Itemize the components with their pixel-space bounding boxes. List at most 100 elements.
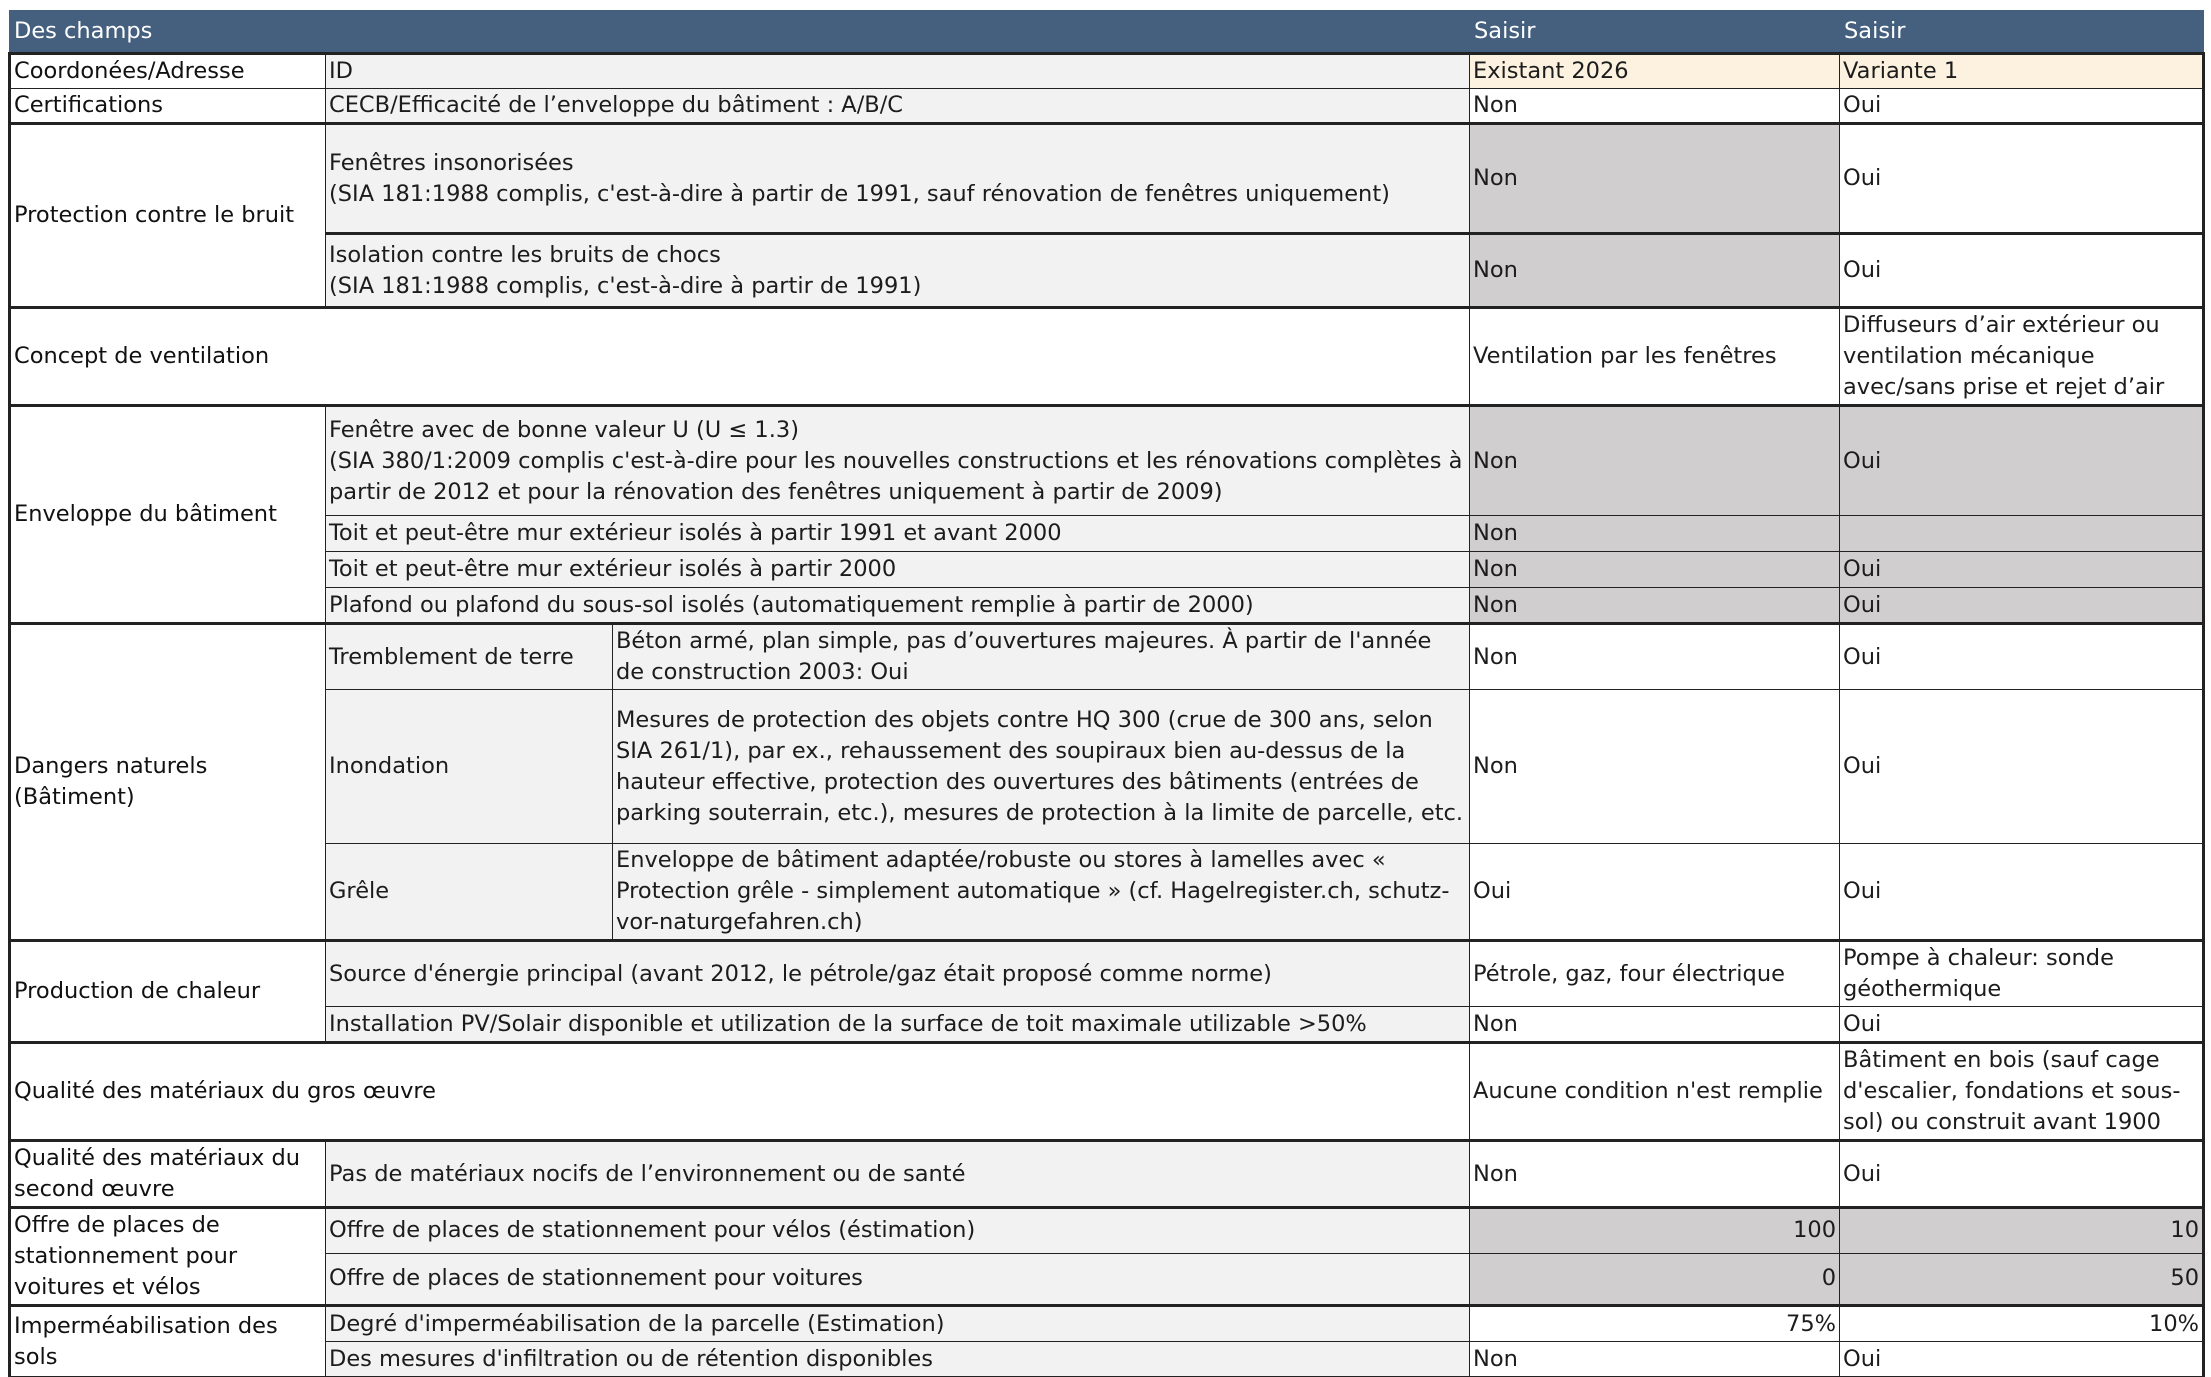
cell-envelope-label[interactable]: Enveloppe du bâtiment xyxy=(8,404,326,624)
cell-noise-impact-variant[interactable]: Oui xyxy=(1839,232,2206,308)
cell-envelope-window-u-variant[interactable]: Oui xyxy=(1839,404,2206,516)
cell-envelope-roof-2000-existing[interactable]: Non xyxy=(1469,551,1841,588)
cell-material-finish-label[interactable]: Qualité des matériaux du second œuvre xyxy=(8,1139,326,1208)
envelope-window-u-text: Fenêtre avec de bonne valeur U (U ≤ 1.3)… xyxy=(329,416,1463,505)
cell-parking-label[interactable]: Offre de places de stationnement pour vo… xyxy=(8,1206,326,1306)
cell-material-finish-variant[interactable]: Oui xyxy=(1839,1139,2206,1208)
cell-cert-sub[interactable]: CECB/Efficacité de l’enveloppe du bâtime… xyxy=(324,88,1471,124)
table-row: Coordonées/Adresse ID Existant 2026 Vari… xyxy=(8,53,2206,89)
cell-envelope-window-u[interactable]: Fenêtre avec de bonne valeur U (U ≤ 1.3)… xyxy=(324,404,1471,516)
table-row: Qualité des matériaux du second œuvre Pa… xyxy=(8,1139,2206,1208)
table-row: Production de chaleur Source d'énergie p… xyxy=(8,939,2206,1043)
cell-noise-windows[interactable]: Fenêtres insonorisées (SIA 181:1988 comp… xyxy=(324,122,1471,234)
natural-hazards-text: Dangers naturels (Bâtiment) xyxy=(14,753,208,810)
cell-noise-windows-variant[interactable]: Oui xyxy=(1839,122,2206,234)
cell-earthquake-variant[interactable]: Oui xyxy=(1839,622,2206,690)
cell-material-finish-sub[interactable]: Pas de matériaux nocifs de l’environneme… xyxy=(324,1139,1471,1208)
cell-hail-variant[interactable]: Oui xyxy=(1839,843,2206,941)
table-row: Offre de places de stationnement pour vo… xyxy=(8,1206,2206,1306)
cell-envelope-roof-1991[interactable]: Toit et peut-être mur extérieur isolés à… xyxy=(324,515,1471,552)
table-row: Toit et peut-être mur extérieur isolés à… xyxy=(10,551,2206,588)
table-row: Grêle Enveloppe de bâtiment adaptée/robu… xyxy=(10,843,2206,941)
cell-flood-desc[interactable]: Mesures de protection des objets contre … xyxy=(611,689,1471,844)
header-enter-existing[interactable]: Saisir xyxy=(1469,10,1841,55)
cell-heat-source-existing[interactable]: Pétrole, gaz, four électrique xyxy=(1469,939,1841,1007)
table-row: Qualité des matériaux du gros œuvre Aucu… xyxy=(7,1041,2206,1141)
noise-impact-text: Isolation contre les bruits de chocs (SI… xyxy=(329,241,922,299)
cell-hail-existing[interactable]: Oui xyxy=(1469,843,1841,941)
table-row: Isolation contre les bruits de chocs (SI… xyxy=(10,232,2206,308)
table-row: Protection contre le bruit Fenêtres inso… xyxy=(8,122,2206,308)
table-row: Toit et peut-être mur extérieur isolés à… xyxy=(10,515,2206,552)
cell-soil-infiltration-variant[interactable]: Oui xyxy=(1839,1341,2206,1377)
cell-cert-variant[interactable]: Oui xyxy=(1839,88,2206,124)
cell-hail-desc[interactable]: Enveloppe de bâtiment adaptée/robuste ou… xyxy=(611,843,1471,941)
cell-heat-pv[interactable]: Installation PV/Solair disponible et uti… xyxy=(324,1006,1471,1043)
table-row: Certifications CECB/Efficacité de l’enve… xyxy=(8,88,2206,124)
cell-ventilation-variant[interactable]: Diffuseurs d’air extérieur ou ventilatio… xyxy=(1839,306,2206,406)
cell-earthquake-desc[interactable]: Béton armé, plan simple, pas d’ouverture… xyxy=(611,622,1471,690)
cell-parking-bikes-existing[interactable]: 100 xyxy=(1469,1206,1841,1254)
cell-noise-windows-existing[interactable]: Non xyxy=(1469,122,1841,234)
table-row: Concept de ventilation Ventilation par l… xyxy=(7,306,2206,406)
cell-material-structure-label[interactable]: Qualité des matériaux du gros œuvre xyxy=(7,1041,1471,1141)
table-row: Dangers naturels (Bâtiment) Tremblement … xyxy=(8,622,2206,941)
cell-ventilation-label[interactable]: Concept de ventilation xyxy=(7,306,1471,406)
noise-windows-text: Fenêtres insonorisées (SIA 181:1988 comp… xyxy=(329,149,1390,207)
cell-hail[interactable]: Grêle xyxy=(325,843,613,941)
cell-soil-degree-existing[interactable]: 75% xyxy=(1469,1304,1841,1342)
cell-noise-label[interactable]: Protection contre le bruit xyxy=(8,122,326,308)
cell-heat-pv-existing[interactable]: Non xyxy=(1469,1006,1841,1043)
table-row: Plafond ou plafond du sous-sol isolés (a… xyxy=(10,587,2206,624)
cell-material-structure-variant[interactable]: Bâtiment en bois (sauf cage d'escalier, … xyxy=(1839,1041,2206,1141)
table-row: Installation PV/Solair disponible et uti… xyxy=(10,1006,2206,1043)
cell-earthquake[interactable]: Tremblement de terre xyxy=(325,622,613,690)
cell-noise-impact[interactable]: Isolation contre les bruits de chocs (SI… xyxy=(324,232,1471,308)
cell-envelope-ceiling[interactable]: Plafond ou plafond du sous-sol isolés (a… xyxy=(324,587,1471,624)
cell-heat-pv-variant[interactable]: Oui xyxy=(1839,1006,2206,1043)
header-row: Des champs Saisir Saisir xyxy=(8,10,2205,55)
cell-soil-infiltration[interactable]: Des mesures d'infiltration ou de rétenti… xyxy=(324,1341,1471,1377)
cell-parking-bikes-variant[interactable]: 10 xyxy=(1839,1206,2206,1254)
cell-envelope-ceiling-variant[interactable]: Oui xyxy=(1839,587,2206,624)
assessment-table: Des champs Saisir Saisir Coordonées/Adre… xyxy=(7,10,2206,1377)
cell-noise-impact-existing[interactable]: Non xyxy=(1469,232,1841,308)
cell-envelope-roof-2000-variant[interactable]: Oui xyxy=(1839,551,2206,588)
cell-flood[interactable]: Inondation xyxy=(325,689,613,844)
cell-heat-source-variant[interactable]: Pompe à chaleur: sonde géothermique xyxy=(1839,939,2206,1007)
table-row: Des mesures d'infiltration ou de rétenti… xyxy=(10,1341,2206,1377)
header-fields[interactable]: Des champs xyxy=(8,10,1471,55)
cell-parking-bikes[interactable]: Offre de places de stationnement pour vé… xyxy=(324,1206,1471,1254)
cell-cert-label[interactable]: Certifications xyxy=(8,88,326,124)
cell-envelope-ceiling-existing[interactable]: Non xyxy=(1469,587,1841,624)
cell-soil-degree-variant[interactable]: 10% xyxy=(1839,1304,2206,1342)
table-row: Imperméabilisation des sols Degré d'impe… xyxy=(8,1304,2206,1377)
cell-parking-cars-variant[interactable]: 50 xyxy=(1839,1252,2206,1307)
cell-envelope-window-u-existing[interactable]: Non xyxy=(1469,404,1841,516)
cell-flood-existing[interactable]: Non xyxy=(1469,689,1841,844)
cell-natural-hazards-label[interactable]: Dangers naturels (Bâtiment) xyxy=(8,622,326,941)
header-enter-variant[interactable]: Saisir xyxy=(1839,10,2205,55)
cell-material-finish-existing[interactable]: Non xyxy=(1469,1139,1841,1208)
cell-envelope-roof-2000[interactable]: Toit et peut-être mur extérieur isolés à… xyxy=(324,551,1471,588)
cell-id-variant[interactable]: Variante 1 xyxy=(1839,53,2206,89)
table-row: Offre de places de stationnement pour vo… xyxy=(10,1252,2206,1307)
cell-coords-label[interactable]: Coordonées/Adresse xyxy=(8,53,326,89)
cell-heat-label[interactable]: Production de chaleur xyxy=(8,939,326,1043)
cell-parking-cars-existing[interactable]: 0 xyxy=(1469,1252,1841,1307)
cell-earthquake-existing[interactable]: Non xyxy=(1469,622,1841,690)
cell-envelope-roof-1991-variant[interactable] xyxy=(1839,515,2206,552)
cell-heat-source[interactable]: Source d'énergie principal (avant 2012, … xyxy=(324,939,1471,1007)
cell-id-label[interactable]: ID xyxy=(324,53,1471,89)
cell-ventilation-existing[interactable]: Ventilation par les fenêtres xyxy=(1469,306,1841,406)
cell-flood-variant[interactable]: Oui xyxy=(1839,689,2206,844)
cell-material-structure-existing[interactable]: Aucune condition n'est remplie xyxy=(1469,1041,1841,1141)
cell-envelope-roof-1991-existing[interactable]: Non xyxy=(1469,515,1841,552)
cell-parking-cars[interactable]: Offre de places de stationnement pour vo… xyxy=(324,1252,1471,1307)
cell-soil-label[interactable]: Imperméabilisation des sols xyxy=(8,1304,326,1377)
cell-id-existing[interactable]: Existant 2026 xyxy=(1469,53,1841,89)
cell-cert-existing[interactable]: Non xyxy=(1469,88,1841,124)
cell-soil-degree[interactable]: Degré d'imperméabilisation de la parcell… xyxy=(324,1304,1471,1342)
cell-soil-infiltration-existing[interactable]: Non xyxy=(1469,1341,1841,1377)
table-row: Enveloppe du bâtiment Fenêtre avec de bo… xyxy=(8,404,2206,624)
